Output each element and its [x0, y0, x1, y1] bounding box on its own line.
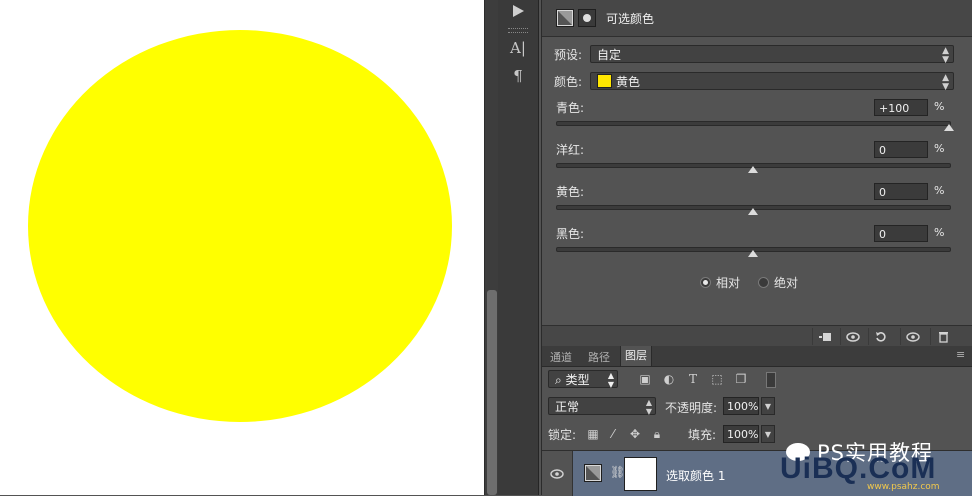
- play-icon[interactable]: [504, 0, 532, 22]
- yellow-percent: %: [934, 184, 945, 197]
- color-swatch: [597, 74, 612, 88]
- blend-mode-select[interactable]: 正常 ▲ ▼: [548, 397, 656, 416]
- fill-label: 填充:: [688, 428, 717, 442]
- canvas-scrollbar[interactable]: [484, 0, 499, 495]
- slider-label-yellow: 黄色:: [556, 185, 585, 199]
- properties-panel: 可选颜色 预设: 自定 ▲ ▼ 颜色: 黄色 ▲ ▼ 青色: +100 % 洋红: …: [541, 0, 972, 347]
- select-arrows-icon: ▲ ▼: [607, 371, 614, 389]
- clip-to-layer-icon[interactable]: [812, 328, 837, 345]
- tab-layers[interactable]: 图层: [620, 346, 652, 366]
- selective-color-icon[interactable]: [556, 9, 574, 27]
- fill-field[interactable]: 100%: [723, 425, 759, 443]
- method-absolute-label: 绝对: [774, 276, 799, 290]
- panel-title: 可选颜色: [606, 12, 655, 26]
- mask-icon[interactable]: [578, 9, 596, 27]
- shape-filter-icon[interactable]: ⬚: [710, 372, 724, 386]
- adjustment-filter-icon[interactable]: ◐: [662, 372, 676, 386]
- slider-label-black: 黑色:: [556, 227, 585, 241]
- yellow-slider-thumb[interactable]: [747, 208, 758, 215]
- opacity-label: 不透明度:: [665, 401, 718, 415]
- character-panel-icon[interactable]: A|: [504, 37, 532, 59]
- cyan-slider-thumb[interactable]: [944, 124, 954, 131]
- yellow-value-field[interactable]: 0: [874, 183, 928, 200]
- magenta-percent: %: [934, 142, 945, 155]
- filter-search-icon: ⌕: [555, 373, 566, 387]
- type-filter-icon[interactable]: T: [686, 372, 700, 386]
- reset-icon[interactable]: [868, 328, 893, 345]
- filter-kind-value: 类型: [565, 373, 590, 387]
- black-slider-thumb[interactable]: [747, 250, 758, 257]
- cyan-slider-track[interactable]: [556, 121, 951, 126]
- cyan-value-field[interactable]: +100: [874, 99, 928, 116]
- paragraph-icon[interactable]: ¶: [504, 65, 532, 87]
- document-canvas[interactable]: [0, 0, 484, 495]
- preset-label: 预设:: [554, 48, 583, 62]
- trash-icon[interactable]: [930, 328, 955, 345]
- cyan-percent: %: [934, 100, 945, 113]
- method-relative-label: 相对: [716, 276, 741, 290]
- method-relative-radio[interactable]: 相对: [700, 274, 740, 291]
- select-arrows-icon: ▲ ▼: [942, 73, 949, 92]
- adjustment-layer-icon: [584, 464, 602, 482]
- lock-brush-icon[interactable]: ⁄: [606, 427, 620, 441]
- filter-kind-select[interactable]: ⌕ 类型 ▲ ▼: [548, 370, 618, 389]
- magenta-value-field[interactable]: 0: [874, 141, 928, 158]
- colors-value: 黄色: [616, 75, 641, 89]
- watermark-logo: UiBQ.CoM: [780, 452, 937, 485]
- dock-grip[interactable]: [508, 28, 528, 33]
- opacity-dropdown-icon[interactable]: ▼: [761, 397, 775, 415]
- method-absolute-radio[interactable]: 绝对: [758, 274, 798, 291]
- tab-channels[interactable]: 通道: [550, 349, 572, 365]
- select-arrows-icon: ▲ ▼: [942, 46, 949, 65]
- visibility-eye-icon[interactable]: [900, 328, 925, 345]
- yellow-circle-shape: [28, 30, 452, 422]
- mask-link-icon[interactable]: ⛓: [610, 465, 625, 479]
- smart-object-filter-icon[interactable]: ❐: [734, 372, 748, 386]
- panel-menu-icon[interactable]: ≡: [956, 348, 965, 361]
- layer-mask-thumbnail[interactable]: [624, 457, 657, 491]
- layer-visibility-eye-icon[interactable]: [542, 451, 573, 496]
- radio-selected-icon: [700, 277, 711, 288]
- filter-toggle-icon[interactable]: [766, 372, 776, 388]
- colors-select[interactable]: 黄色 ▲ ▼: [590, 72, 954, 92]
- preset-select[interactable]: 自定 ▲ ▼: [590, 45, 954, 65]
- slider-label-magenta: 洋红:: [556, 143, 585, 157]
- view-previous-state-icon[interactable]: [840, 328, 865, 345]
- black-percent: %: [934, 226, 945, 239]
- watermark-url: www.psahz.com: [867, 482, 940, 492]
- black-value-field[interactable]: 0: [874, 225, 928, 242]
- layers-tabbar: 通道 路径 图层 ≡: [542, 346, 972, 367]
- scrollbar-thumb[interactable]: [487, 290, 497, 495]
- properties-footer: [542, 325, 972, 347]
- opacity-field[interactable]: 100%: [723, 397, 759, 415]
- panel-dock-strip: A| ¶: [498, 0, 539, 495]
- pixel-filter-icon[interactable]: ▣: [638, 372, 652, 386]
- layer-name[interactable]: 选取颜色 1: [666, 467, 725, 484]
- slider-label-cyan: 青色:: [556, 101, 585, 115]
- tab-paths[interactable]: 路径: [588, 349, 610, 365]
- radio-unselected-icon: [758, 277, 769, 288]
- magenta-slider-thumb[interactable]: [747, 166, 758, 173]
- fill-dropdown-icon[interactable]: ▼: [761, 425, 775, 443]
- lock-all-icon[interactable]: 🔒︎: [650, 427, 664, 441]
- preset-value: 自定: [597, 48, 622, 62]
- properties-header: 可选颜色: [542, 0, 972, 37]
- lock-move-icon[interactable]: ✥: [628, 427, 642, 441]
- blend-mode-value: 正常: [555, 400, 580, 414]
- lock-label: 锁定:: [548, 428, 577, 442]
- lock-transparency-icon[interactable]: ▦: [586, 427, 600, 441]
- select-arrows-icon: ▲ ▼: [645, 398, 652, 416]
- colors-label: 颜色:: [554, 75, 583, 89]
